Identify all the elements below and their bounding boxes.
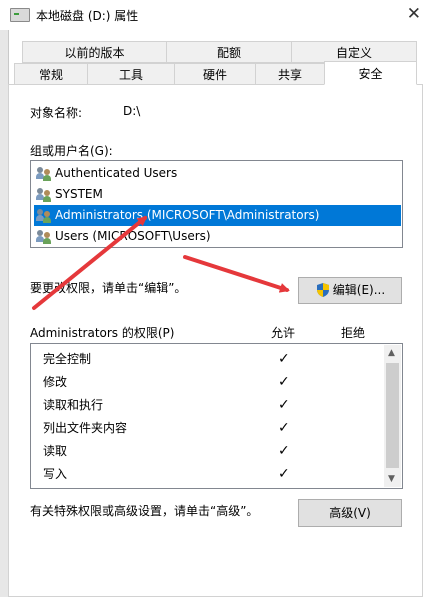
allow-check-icon: ✓ <box>278 351 290 367</box>
list-item[interactable]: Users (MICROSOFT\Users) <box>34 226 401 247</box>
edit-button[interactable]: 编辑(E)... <box>298 277 402 304</box>
group-users-label: 组或用户名(G): <box>30 144 113 158</box>
list-item-label: SYSTEM <box>55 187 103 201</box>
tab-previous-versions[interactable]: 以前的版本 <box>22 41 167 63</box>
tab-hardware[interactable]: 硬件 <box>174 63 256 85</box>
allow-check-icon: ✓ <box>278 374 290 390</box>
permission-name: 读取和执行 <box>43 398 104 412</box>
list-item-label: Users (MICROSOFT\Users) <box>55 229 211 243</box>
permission-row: 完全控制 ✓ <box>43 348 373 371</box>
uac-shield-icon <box>317 283 329 297</box>
scroll-up-icon[interactable]: ▲ <box>388 348 395 358</box>
permission-row: 写入 ✓ <box>43 463 373 486</box>
permission-name: 写入 <box>43 467 68 481</box>
allow-column-header: 允许 <box>271 326 296 340</box>
permission-row: 修改 ✓ <box>43 371 373 394</box>
tab-general[interactable]: 常规 <box>14 63 88 85</box>
permission-name: 读取 <box>43 444 68 458</box>
edit-hint: 要更改权限，请单击“编辑”。 <box>30 281 187 295</box>
deny-column-header: 拒绝 <box>341 326 366 340</box>
list-item[interactable]: Authenticated Users <box>34 163 401 184</box>
list-item-label: Administrators (MICROSOFT\Administrators… <box>55 208 320 222</box>
close-button[interactable]: ✕ <box>407 4 421 24</box>
permissions-label: Administrators 的权限(P) <box>30 326 175 340</box>
list-item[interactable]: SYSTEM <box>34 184 401 205</box>
advanced-button[interactable]: 高级(V) <box>298 499 402 527</box>
permission-name: 完全控制 <box>43 352 92 366</box>
title-bar: 本地磁盘 (D:) 属性 ✕ <box>0 0 435 30</box>
permissions-scrollbar[interactable]: ▲ ▼ <box>384 345 401 487</box>
object-name-label: 对象名称: <box>30 106 83 120</box>
tab-customize[interactable]: 自定义 <box>291 41 417 63</box>
tab-security[interactable]: 安全 <box>324 61 417 85</box>
advanced-hint: 有关特殊权限或高级设置，请单击“高级”。 <box>30 504 259 518</box>
users-icon <box>36 208 52 223</box>
users-icon <box>36 166 52 181</box>
object-name-value: D:\ <box>123 104 141 118</box>
list-item-selected[interactable]: Administrators (MICROSOFT\Administrators… <box>34 205 401 226</box>
allow-check-icon: ✓ <box>278 443 290 459</box>
permissions-list: 完全控制 ✓ 修改 ✓ 读取和执行 ✓ 列出文件夹内容 ✓ 读取 ✓ 写入 ✓ … <box>30 343 403 489</box>
list-item-label: Authenticated Users <box>55 166 178 180</box>
allow-check-icon: ✓ <box>278 466 290 482</box>
users-icon <box>36 229 52 244</box>
permission-row: 读取和执行 ✓ <box>43 394 373 417</box>
tab-tools[interactable]: 工具 <box>87 63 175 85</box>
permission-name: 修改 <box>43 375 68 389</box>
users-icon <box>36 187 52 202</box>
permission-row: 列出文件夹内容 ✓ <box>43 417 373 440</box>
tab-sharing[interactable]: 共享 <box>255 63 325 85</box>
tab-quota[interactable]: 配额 <box>166 41 292 63</box>
edit-button-label: 编辑(E)... <box>332 283 386 297</box>
allow-check-icon: ✓ <box>278 397 290 413</box>
permission-row: 读取 ✓ <box>43 440 373 463</box>
allow-check-icon: ✓ <box>278 420 290 436</box>
permission-name: 列出文件夹内容 <box>43 421 128 435</box>
group-users-list[interactable]: Authenticated Users SYSTEM Administrator… <box>30 160 403 248</box>
window-title: 本地磁盘 (D:) 属性 <box>36 9 139 23</box>
drive-icon <box>10 8 30 22</box>
scroll-down-icon[interactable]: ▼ <box>388 474 395 484</box>
scroll-thumb[interactable] <box>386 363 399 468</box>
